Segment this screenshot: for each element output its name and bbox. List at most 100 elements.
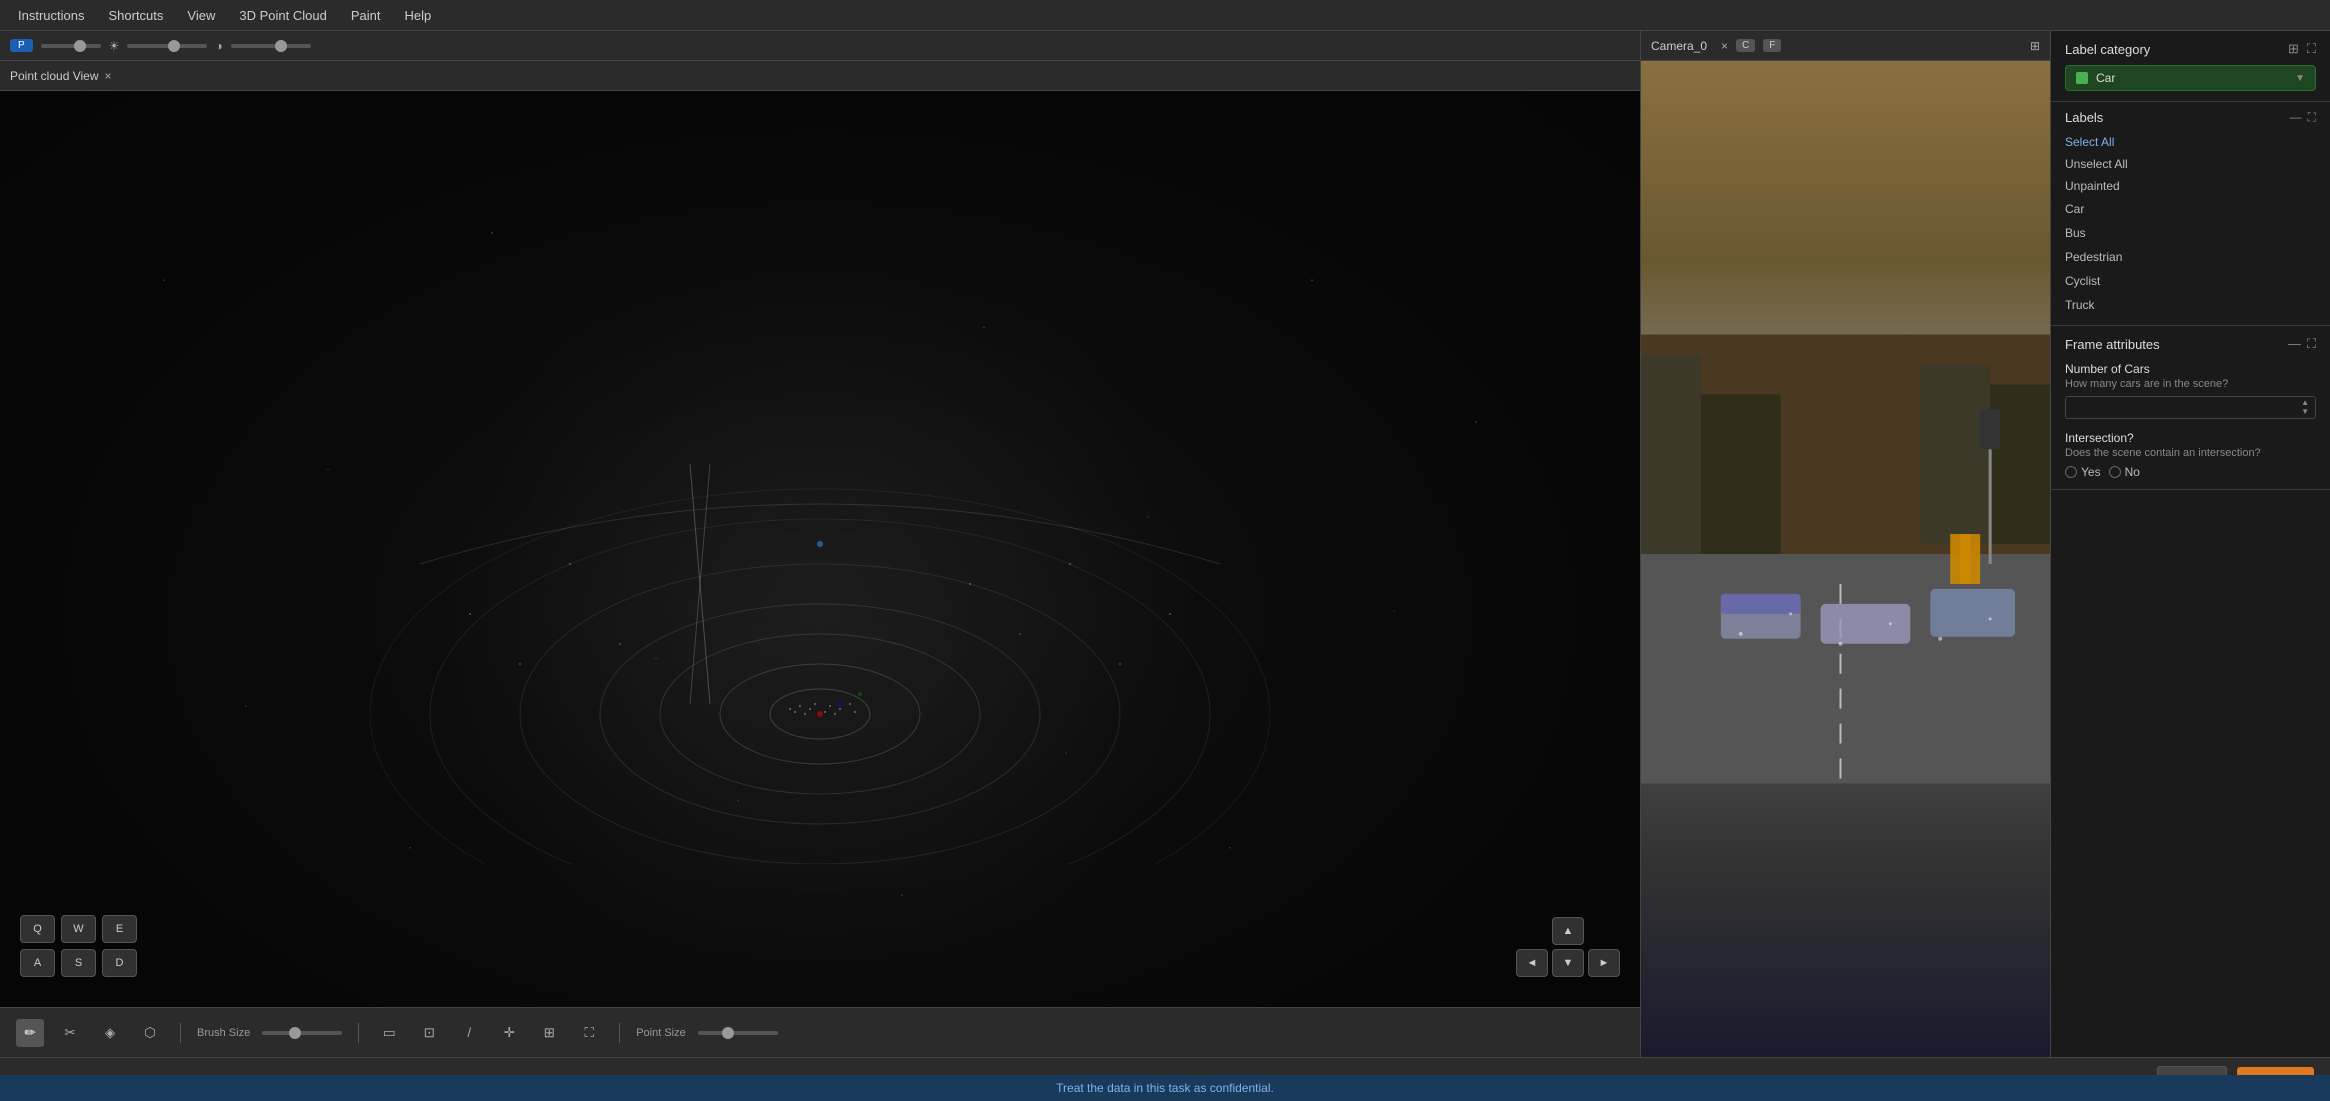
menu-paint[interactable]: Paint — [341, 4, 391, 27]
intersection-yes-option[interactable]: Yes — [2065, 465, 2101, 479]
menu-view[interactable]: View — [177, 4, 225, 27]
label-category-header: Label category ⊞ ⛶ — [2065, 41, 2316, 57]
camera-close[interactable]: × — [1721, 39, 1728, 53]
tool-line[interactable]: / — [455, 1019, 483, 1047]
labels-expand-icon[interactable]: ⛶ — [2308, 110, 2316, 125]
pc-mode-badge: P — [10, 39, 33, 52]
category-selected-name: Car — [2096, 71, 2115, 85]
point-cloud-canvas[interactable]: Q W E A S D ▲ ◄ — [0, 91, 1640, 1037]
key-e[interactable]: E — [102, 915, 137, 943]
lidar-rings-svg — [370, 364, 1270, 864]
camera-header: Camera_0 × C F ⊞ — [1641, 31, 2050, 61]
menu-instructions[interactable]: Instructions — [8, 4, 94, 27]
tool-draw[interactable]: ✏ — [16, 1019, 44, 1047]
menu-help[interactable]: Help — [394, 4, 441, 27]
num-cars-spinners: ▲ ▼ — [2301, 399, 2309, 416]
frame-attr-expand-icon[interactable]: ⛶ — [2307, 336, 2316, 352]
category-color-swatch — [2076, 72, 2088, 84]
camera-badge-f[interactable]: F — [1763, 39, 1781, 52]
toolbar-sep-3 — [619, 1023, 620, 1043]
label-unselect-all[interactable]: Unselect All — [2065, 153, 2316, 175]
key-q[interactable]: Q — [20, 915, 55, 943]
tool-move[interactable]: ✛ — [495, 1019, 523, 1047]
camera-expand[interactable]: ⊞ — [2030, 39, 2040, 53]
app-wrapper: Instructions Shortcuts View 3D Point Clo… — [0, 0, 2330, 1101]
content-area: P ☀ ◑ Point cloud View × — [0, 31, 2330, 1057]
arrow-left[interactable]: ◄ — [1516, 949, 1548, 977]
labels-header: Labels — ⛶ — [2065, 110, 2316, 125]
camera-scene-svg — [1641, 61, 2050, 1057]
contrast-icon: ◑ — [215, 39, 222, 53]
sidebar-header-icons: ⊞ ⛶ — [2288, 41, 2316, 57]
num-cars-input-container: ▲ ▼ — [2065, 396, 2316, 419]
frame-attributes-title: Frame attributes — ⛶ — [2065, 336, 2316, 352]
key-s[interactable]: S — [61, 949, 96, 977]
arrow-up[interactable]: ▲ — [1552, 917, 1584, 945]
frame-attr-icons: — ⛶ — [2288, 336, 2316, 352]
tool-transform[interactable]: ⊞ — [535, 1019, 563, 1047]
pc-panel-header: Point cloud View × — [0, 61, 1640, 91]
label-category-icon-2[interactable]: ⛶ — [2307, 41, 2316, 57]
label-car[interactable]: Car — [2065, 197, 2316, 221]
intersection-yes-radio[interactable] — [2065, 466, 2077, 478]
pc-slider-1[interactable] — [41, 44, 101, 48]
tool-fullscreen[interactable]: ⛶ — [575, 1019, 603, 1047]
frame-attributes-section: Frame attributes — ⛶ Number of Cars How … — [2051, 326, 2330, 490]
arrow-row-mid: ◄ ▼ ► — [1516, 949, 1620, 977]
arrow-row-up: ▲ — [1552, 917, 1584, 945]
intersection-no-label: No — [2125, 465, 2140, 479]
label-pedestrian[interactable]: Pedestrian — [2065, 245, 2316, 269]
arrow-down[interactable]: ▼ — [1552, 949, 1584, 977]
tool-fill[interactable]: ◈ — [96, 1019, 124, 1047]
menu-bar: Instructions Shortcuts View 3D Point Clo… — [0, 0, 2330, 31]
point-size-slider[interactable] — [698, 1031, 778, 1035]
labels-minimize-icon[interactable]: — — [2290, 110, 2302, 125]
arrow-right[interactable]: ► — [1588, 949, 1620, 977]
tool-pick[interactable]: ⬡ — [136, 1019, 164, 1047]
label-unpainted[interactable]: Unpainted — [2065, 175, 2316, 197]
camera-badge-c[interactable]: C — [1736, 39, 1755, 52]
intersection-field: Intersection? Does the scene contain an … — [2065, 431, 2316, 479]
pc-top-controls: P ☀ ◑ — [0, 31, 1640, 61]
camera-title: Camera_0 — [1651, 39, 1707, 53]
pc-panel-close[interactable]: × — [105, 69, 112, 83]
num-cars-down-spinner[interactable]: ▼ — [2301, 408, 2309, 416]
menu-3d-point-cloud[interactable]: 3D Point Cloud — [229, 4, 336, 27]
brush-size-slider[interactable] — [262, 1031, 342, 1035]
tool-rect[interactable]: ▭ — [375, 1019, 403, 1047]
label-category-icon-1[interactable]: ⊞ — [2288, 41, 2299, 57]
toolbar-sep-1 — [180, 1023, 181, 1043]
intersection-no-radio[interactable] — [2109, 466, 2121, 478]
label-cyclist[interactable]: Cyclist — [2065, 269, 2316, 293]
brush-size-slider-container — [262, 1031, 342, 1035]
pc-slider-3[interactable] — [231, 44, 311, 48]
num-cars-input[interactable] — [2072, 401, 2301, 415]
menu-shortcuts[interactable]: Shortcuts — [98, 4, 173, 27]
intersection-sublabel: Does the scene contain an intersection? — [2065, 447, 2316, 459]
point-cloud-area: P ☀ ◑ Point cloud View × — [0, 31, 1640, 1057]
bottom-toolbar: ✏ ✂ ◈ ⬡ Brush Size ▭ ⊡ / ✛ ⊞ ⛶ Point Siz… — [0, 1007, 1640, 1057]
num-cars-label: Number of Cars — [2065, 362, 2316, 376]
label-select-all[interactable]: Select All — [2065, 131, 2316, 153]
key-d[interactable]: D — [102, 949, 137, 977]
category-dropdown[interactable]: Car ▼ — [2065, 65, 2316, 91]
tool-lasso[interactable]: ⊡ — [415, 1019, 443, 1047]
camera-column: Camera_0 × C F ⊞ — [1641, 31, 2050, 1057]
point-size-slider-container — [698, 1031, 778, 1035]
pc-panel-title: Point cloud View — [10, 69, 99, 83]
labels-header-actions: — ⛶ — [2290, 110, 2316, 125]
key-w[interactable]: W — [61, 915, 96, 943]
label-bus[interactable]: Bus — [2065, 221, 2316, 245]
num-cars-field: Number of Cars How many cars are in the … — [2065, 362, 2316, 419]
point-size-label: Point Size — [636, 1027, 686, 1039]
pc-slider-2[interactable] — [127, 44, 207, 48]
num-cars-up-spinner[interactable]: ▲ — [2301, 399, 2309, 407]
tool-erase[interactable]: ✂ — [56, 1019, 84, 1047]
labels-section: Labels — ⛶ Select All Unselect All Unpai… — [2051, 102, 2330, 326]
direction-arrows: ▲ ◄ ▼ ► — [1516, 917, 1620, 977]
label-truck[interactable]: Truck — [2065, 293, 2316, 317]
frame-attr-minimize-icon[interactable]: — — [2288, 336, 2301, 352]
sidebar: Label category ⊞ ⛶ Car ▼ — [2050, 31, 2330, 1057]
intersection-no-option[interactable]: No — [2109, 465, 2140, 479]
key-a[interactable]: A — [20, 949, 55, 977]
